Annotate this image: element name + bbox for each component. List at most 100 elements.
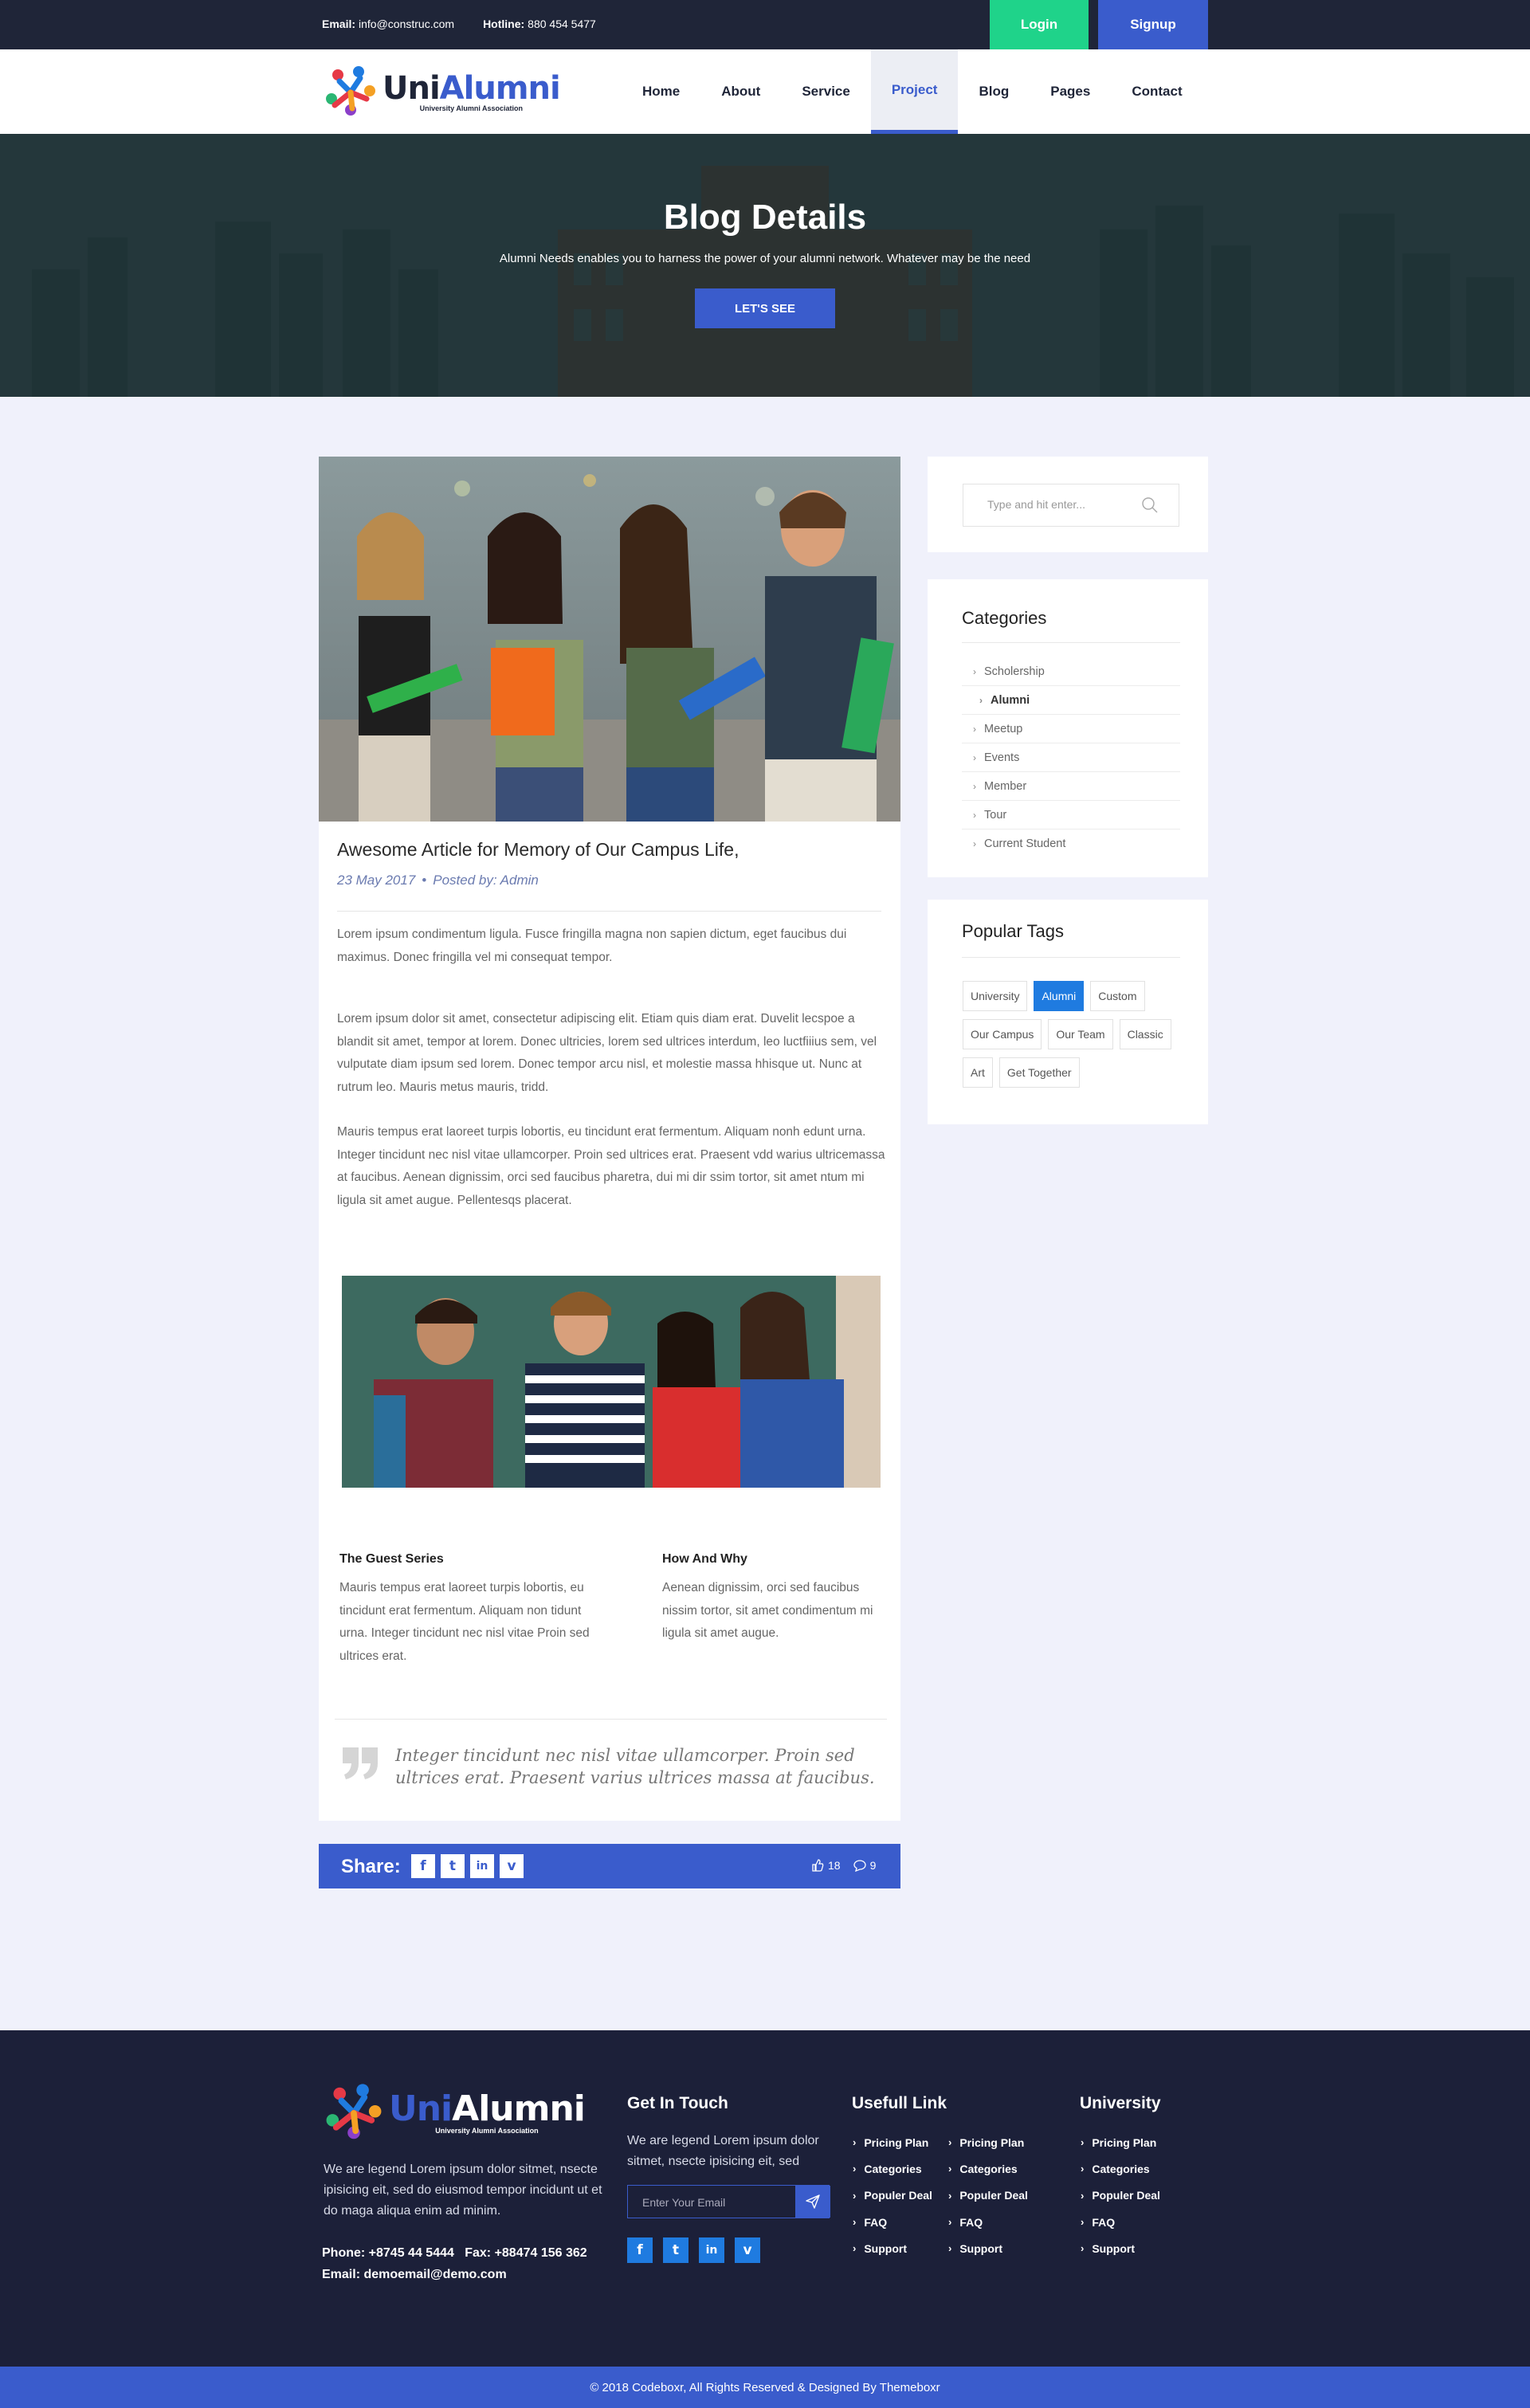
popular-tags-widget: Popular Tags University Alumni Custom Our C… xyxy=(928,900,1208,1124)
chevron-right-icon: › xyxy=(853,2189,857,2202)
linkedin-icon[interactable]: in xyxy=(470,1854,494,1878)
tag-item[interactable]: Custom xyxy=(1090,981,1145,1011)
footer-link[interactable]: › Populer Deal xyxy=(853,2182,932,2209)
newsletter-email-input[interactable]: Enter Your Email xyxy=(642,2196,725,2209)
newsletter-submit-button[interactable] xyxy=(795,2186,830,2218)
copyright-bar: © 2018 Codeboxr, All Rights Reserved & D… xyxy=(0,2367,1530,2408)
get-in-touch-text: We are legend Lorem ipsum dolor sitmet, … xyxy=(627,2134,819,2168)
comments-count[interactable]: 9 xyxy=(853,1859,876,1872)
tag-item[interactable]: Art xyxy=(963,1057,993,1088)
top-hotline: Hotline: 880 454 5477 xyxy=(483,18,596,30)
nav-project[interactable]: Project xyxy=(870,49,959,134)
nav-pages[interactable]: Pages xyxy=(1030,49,1111,134)
header-logo[interactable]: UniAlumni University Alumni Association xyxy=(322,64,561,121)
chevron-right-icon: › xyxy=(1081,2189,1085,2202)
signup-button[interactable]: Signup xyxy=(1098,0,1208,49)
top-email: Email: info@construc.com xyxy=(322,18,455,30)
article-date: 23 May 2017 xyxy=(337,873,416,888)
lets-see-button[interactable]: LET'S SEE xyxy=(695,288,835,328)
footer-link-label: FAQ xyxy=(1092,2215,1116,2229)
tag-item[interactable]: Alumni xyxy=(1034,981,1085,1011)
category-label: Meetup xyxy=(984,722,1023,735)
categories-title: Categories xyxy=(962,608,1047,628)
facebook-icon[interactable]: f xyxy=(627,2237,653,2263)
logo-icon xyxy=(326,66,375,116)
copyright-text: © 2018 Codeboxr, All Rights Reserved & D… xyxy=(590,2380,940,2394)
footer-link[interactable]: › Pricing Plan xyxy=(853,2129,932,2155)
chevron-right-icon: › xyxy=(973,838,976,849)
footer-link[interactable]: › Categories xyxy=(948,2155,1028,2182)
article-meta: 23 May 2017 • Posted by: Admin xyxy=(337,873,539,888)
twitter-icon[interactable]: t xyxy=(441,1854,465,1878)
footer-link[interactable]: › Pricing Plan xyxy=(948,2129,1028,2155)
article-author[interactable]: Posted by: Admin xyxy=(433,873,539,888)
sidebar-search[interactable]: Type and hit enter... xyxy=(963,484,1179,527)
category-item[interactable]: › Member xyxy=(962,772,1180,801)
nav-home[interactable]: Home xyxy=(622,49,700,134)
footer-link[interactable]: › Support xyxy=(1081,2235,1160,2261)
quote-icon xyxy=(343,1747,378,1779)
useful-links-col-2: › Pricing Plan › Categories › Populer Deal › FA… xyxy=(948,2129,1028,2261)
category-item[interactable]: › Tour xyxy=(962,801,1180,829)
search-input[interactable]: Type and hit enter... xyxy=(987,498,1085,511)
nav-contact[interactable]: Contact xyxy=(1111,49,1202,134)
vimeo-icon[interactable]: v xyxy=(500,1854,524,1878)
vimeo-icon[interactable]: v xyxy=(735,2237,760,2263)
article-title: Awesome Article for Memory of Our Campus… xyxy=(337,839,740,860)
category-item[interactable]: › Meetup xyxy=(962,715,1180,743)
footer-link[interactable]: › FAQ xyxy=(948,2209,1028,2235)
category-item[interactable]: › Current Student xyxy=(962,829,1180,858)
footer-link[interactable]: › Categories xyxy=(1081,2155,1160,2182)
facebook-icon[interactable]: f xyxy=(411,1854,435,1878)
category-item[interactable]: › Scholership xyxy=(962,657,1180,686)
footer-email[interactable]: Email: demoemail@demo.com xyxy=(322,2264,587,2285)
tag-item[interactable]: Our Campus xyxy=(963,1019,1042,1049)
footer-link[interactable]: › Pricing Plan xyxy=(1081,2129,1160,2155)
login-button[interactable]: Login xyxy=(990,0,1089,49)
category-item[interactable]: › Events xyxy=(962,743,1180,772)
footer-link-label: Categories xyxy=(959,2162,1018,2175)
share-stats: 18 9 xyxy=(811,1859,876,1872)
article-intro: Lorem ipsum condimentum ligula. Fusce fr… xyxy=(337,928,847,964)
footer-link[interactable]: › Populer Deal xyxy=(948,2182,1028,2209)
tag-item[interactable]: University xyxy=(963,981,1028,1011)
footer-phone: Phone: +8745 44 5444 Fax: +88474 156 362 xyxy=(322,2246,587,2260)
article-divider xyxy=(337,911,881,912)
tag-item[interactable]: Classic xyxy=(1119,1019,1171,1049)
how-and-why-title: How And Why xyxy=(662,1552,747,1566)
newsletter-form: Enter Your Email xyxy=(627,2185,830,2218)
footer-logo[interactable]: UniAlumni University Alumni Association xyxy=(322,2081,586,2145)
blockquote-text: Integer tincidunt nec nisl vitae ullamco… xyxy=(395,1746,875,1787)
nav-about[interactable]: About xyxy=(700,49,781,134)
footer-link[interactable]: › FAQ xyxy=(853,2209,932,2235)
footer-link-label: Populer Deal xyxy=(959,2189,1028,2202)
footer-link-label: Populer Deal xyxy=(864,2189,932,2202)
footer-link[interactable]: › Support xyxy=(853,2235,932,2261)
chevron-right-icon: › xyxy=(948,2242,952,2255)
footer-link-label: Support xyxy=(959,2241,1002,2255)
guest-series-text: Mauris tempus erat laoreet turpis lobort… xyxy=(339,1581,590,1663)
chevron-right-icon: › xyxy=(1081,2163,1085,2175)
likes-count[interactable]: 18 xyxy=(811,1859,841,1872)
search-icon[interactable] xyxy=(1140,496,1159,515)
footer-link[interactable]: › FAQ xyxy=(1081,2209,1160,2235)
nav-service[interactable]: Service xyxy=(781,49,871,134)
categories-widget: Categories › Scholership › Alumni › Meetup › Ev… xyxy=(928,579,1208,877)
university-title: University xyxy=(1080,2094,1161,2112)
footer-link[interactable]: › Categories xyxy=(853,2155,932,2182)
get-in-touch-title: Get In Touch xyxy=(627,2094,728,2112)
tag-item[interactable]: Get Together xyxy=(998,1057,1080,1088)
main-nav: Home About Service Project Blog Pages Contact xyxy=(622,49,1203,134)
how-and-why-text: Aenean dignissim, orci sed faucibus niss… xyxy=(662,1581,873,1640)
footer-contact: Phone: +8745 44 5444 Fax: +88474 156 362… xyxy=(322,2242,587,2285)
footer-link[interactable]: › Support xyxy=(948,2235,1028,2261)
twitter-icon[interactable]: t xyxy=(663,2237,688,2263)
linkedin-icon[interactable]: in xyxy=(699,2237,724,2263)
nav-blog[interactable]: Blog xyxy=(958,49,1030,134)
tag-item[interactable]: Our Team xyxy=(1048,1019,1113,1049)
footer-link[interactable]: › Populer Deal xyxy=(1081,2182,1160,2209)
category-item[interactable]: › Alumni xyxy=(962,686,1180,715)
useful-links-col-1: › Pricing Plan › Categories › Populer Deal › FA… xyxy=(853,2129,932,2261)
tags-title-divider xyxy=(962,957,1180,958)
footer-link-label: Pricing Plan xyxy=(864,2135,929,2149)
